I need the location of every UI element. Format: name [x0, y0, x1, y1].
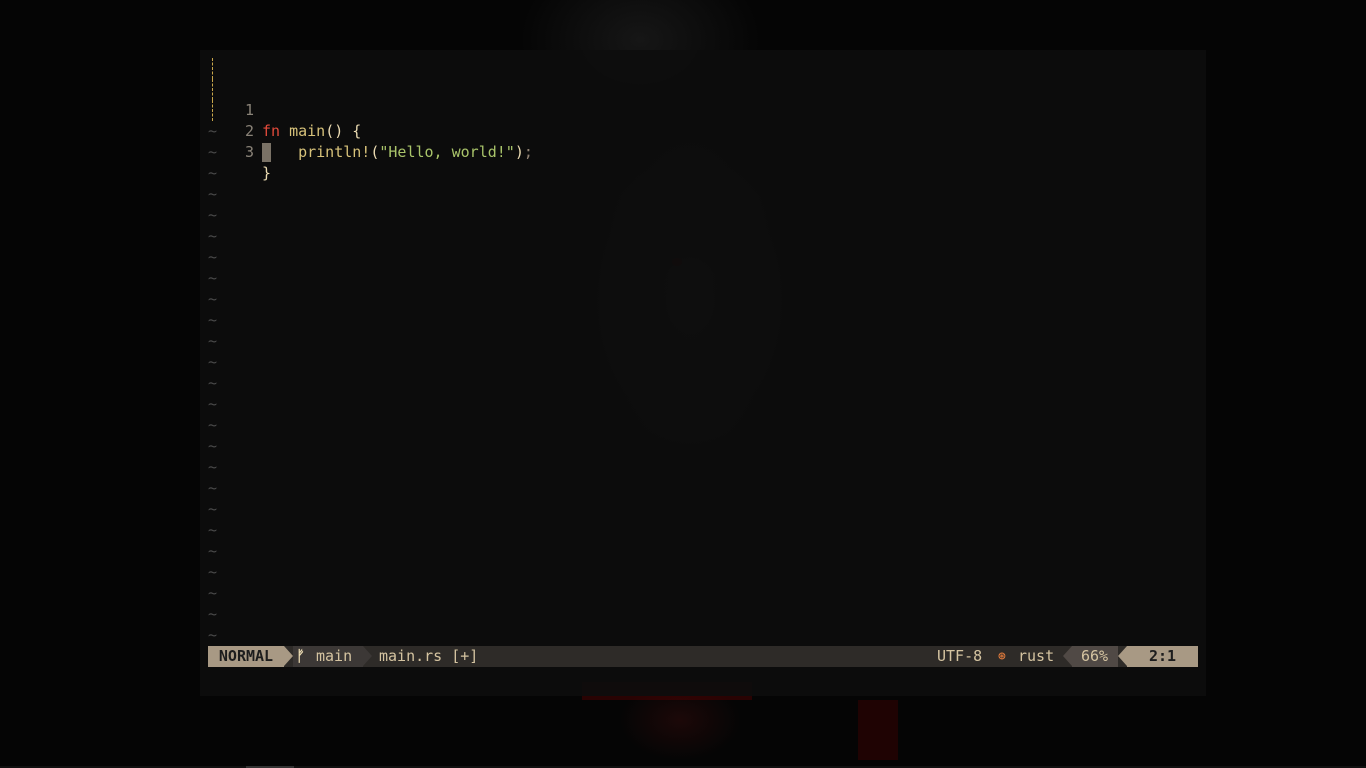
tilde-marker: ~ [208, 290, 218, 308]
empty-line: ~ [208, 121, 1198, 142]
empty-line: ~ [208, 499, 1198, 520]
rust-icon: ⊛ [998, 649, 1006, 664]
tilde-marker: ~ [208, 353, 218, 371]
tilde-marker: ~ [208, 542, 218, 560]
empty-line: ~ [208, 205, 1198, 226]
tilde-marker: ~ [208, 416, 218, 434]
empty-line: ~ [208, 247, 1198, 268]
git-branch-icon: ᚠ [296, 647, 306, 665]
terminal-window[interactable]: 1 fn main() { 2 println!("Hello, world!"… [200, 50, 1206, 696]
indent-guide [212, 100, 213, 121]
empty-line: ~ [208, 268, 1198, 289]
mode-separator [284, 646, 293, 666]
empty-line: ~ [208, 352, 1198, 373]
tilde-marker: ~ [208, 227, 218, 245]
empty-line: ~ [208, 583, 1198, 604]
empty-line: ~ [208, 520, 1198, 541]
tilde-marker: ~ [208, 563, 218, 581]
empty-line: ~ [208, 373, 1198, 394]
editor-buffer[interactable]: 1 fn main() { 2 println!("Hello, world!"… [208, 58, 1198, 646]
wallpaper-red-accent [858, 700, 898, 760]
empty-line-markers: ~ ~ ~ ~ ~ ~ ~ ~ ~ ~ ~ ~ ~ ~ ~ ~ ~ ~ ~ ~ ~ ~ ~ ~ ~ [208, 121, 1198, 646]
empty-line: ~ [208, 331, 1198, 352]
code-line[interactable]: 3 } [208, 100, 1198, 182]
indent-guide [212, 58, 213, 79]
empty-line: ~ [208, 226, 1198, 247]
tilde-marker: ~ [208, 206, 218, 224]
empty-line: ~ [208, 457, 1198, 478]
empty-line: ~ [208, 562, 1198, 583]
branch-separator [363, 646, 372, 666]
tilde-marker: ~ [208, 626, 218, 644]
tilde-marker: ~ [208, 500, 218, 518]
empty-line: ~ [208, 310, 1198, 331]
empty-line: ~ [208, 541, 1198, 562]
scroll-percent: 66% [1081, 647, 1109, 665]
git-branch-name: main [316, 647, 353, 665]
empty-line: ~ [208, 394, 1198, 415]
desktop-wallpaper: 1 fn main() { 2 println!("Hello, world!"… [0, 0, 1366, 768]
tilde-marker: ~ [208, 605, 218, 623]
file-name: main.rs [+] [379, 647, 479, 665]
empty-line: ~ [208, 184, 1198, 205]
tilde-marker: ~ [208, 122, 218, 140]
tilde-marker: ~ [208, 521, 218, 539]
tilde-marker: ~ [208, 164, 218, 182]
empty-line: ~ [208, 415, 1198, 436]
code-line[interactable]: 2 println!("Hello, world!"); [208, 79, 1198, 162]
tilde-marker: ~ [208, 185, 218, 203]
cursor-position: 2:1 [1148, 647, 1177, 665]
tilde-marker: ~ [208, 332, 218, 350]
empty-line: ~ [208, 163, 1198, 184]
indent-guide [212, 79, 213, 100]
empty-line: ~ [208, 604, 1198, 625]
tilde-marker: ~ [208, 143, 218, 161]
code-line[interactable]: 1 fn main() { [208, 58, 1198, 140]
file-type: rust [1018, 647, 1055, 665]
empty-line: ~ [208, 478, 1198, 499]
percent-separator [1063, 646, 1072, 666]
tilde-marker: ~ [208, 395, 218, 413]
mode-indicator: NORMAL [208, 646, 284, 667]
empty-line: ~ [208, 289, 1198, 310]
statusline: NORMAL ᚠ main main.rs [+] UTF-8 ⊛ rust 6… [208, 646, 1198, 667]
tilde-marker: ~ [208, 374, 218, 392]
tilde-marker: ~ [208, 479, 218, 497]
tilde-marker: ~ [208, 437, 218, 455]
command-line[interactable] [208, 667, 1198, 688]
tilde-marker: ~ [208, 311, 218, 329]
empty-line: ~ [208, 436, 1198, 457]
tilde-marker: ~ [208, 458, 218, 476]
tilde-marker: ~ [208, 248, 218, 266]
tilde-marker: ~ [208, 269, 218, 287]
empty-line: ~ [208, 142, 1198, 163]
position-separator [1118, 646, 1127, 666]
tilde-marker: ~ [208, 584, 218, 602]
file-encoding: UTF-8 [937, 647, 983, 665]
empty-line: ~ [208, 625, 1198, 646]
